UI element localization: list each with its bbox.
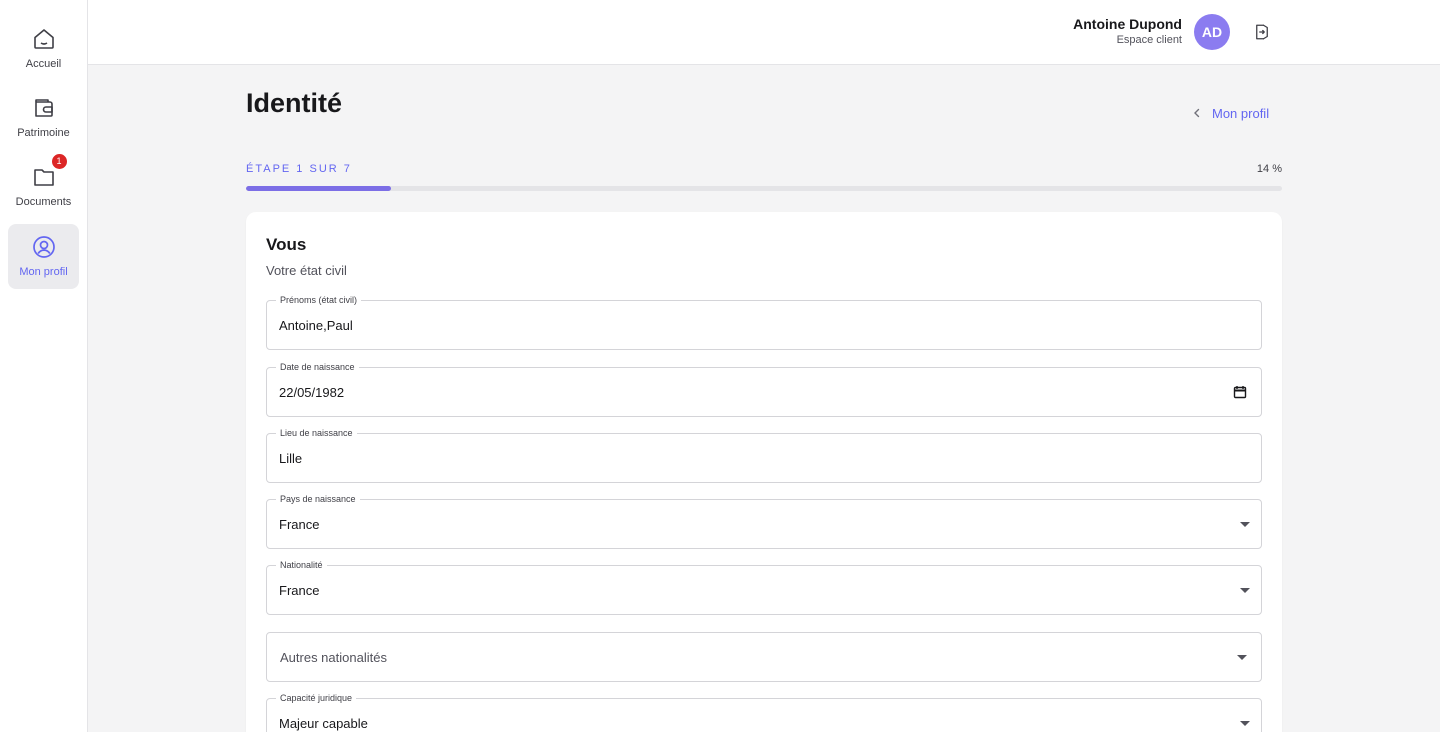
dropdown-arrow-icon [1240,721,1250,726]
sidebar: Accueil Patrimoine 1 Documents Mon profi… [0,0,88,732]
field-label: Lieu de naissance [276,428,357,439]
logout-icon [1256,24,1268,40]
step-indicator: ÉTAPE 1 SUR 7 [246,163,352,175]
sidebar-item-patrimoine[interactable]: Patrimoine [8,91,79,156]
dropdown-arrow-icon [1240,522,1250,527]
home-icon [31,26,57,52]
field-value: 22/05/1982 [279,385,345,400]
sidebar-item-label: Patrimoine [17,127,70,139]
chevron-left-icon [1194,108,1200,118]
wallet-icon [31,95,57,121]
identity-form-card: Vous Votre état civil Prénoms (état civi… [246,212,1282,732]
nationality-select[interactable]: Nationalité France [266,560,1262,615]
legal-capacity-select[interactable]: Capacité juridique Majeur capable [266,693,1262,732]
progress-percent: 14 % [1256,163,1282,175]
calendar-icon[interactable] [1233,385,1247,399]
sidebar-item-label: Accueil [25,58,62,70]
field-placeholder: Autres nationalités [280,650,387,665]
dropdown-arrow-icon [1240,588,1250,593]
other-nationalities-select[interactable]: Autres nationalités [266,632,1262,682]
birth-country-select[interactable]: Pays de naissance France [266,494,1262,549]
section-subtitle: Votre état civil [266,263,347,278]
top-header: Antoine Dupond Espace client AD [88,0,1440,65]
user-name: Antoine Dupond [1073,16,1182,32]
field-label: Prénoms (état civil) [276,295,362,306]
field-label: Pays de naissance [276,494,360,505]
field-value: Lille [279,451,303,466]
back-link-label: Mon profil [1212,105,1270,121]
birth-place-field[interactable]: Lieu de naissance Lille [266,428,1262,483]
user-circle-icon [31,234,57,260]
user-role: Espace client [1116,34,1182,46]
sidebar-item-mon-profil[interactable]: Mon profil [8,224,79,289]
section-title: Vous [266,235,307,254]
notification-badge: 1 [51,154,67,169]
sidebar-item-label: Mon profil [19,266,68,278]
field-value: Majeur capable [279,716,368,731]
field-label: Nationalité [276,560,327,571]
sidebar-item-label: Documents [15,196,72,208]
page-title: Identité [246,88,343,118]
dropdown-arrow-icon [1237,655,1247,660]
back-to-profile-link[interactable]: Mon profil [1184,102,1277,124]
birth-date-field[interactable]: Date de naissance 22/05/1982 [266,362,1262,417]
field-label: Capacité juridique [276,693,357,704]
avatar[interactable]: AD [1194,14,1230,50]
first-names-field[interactable]: Prénoms (état civil) Antoine,Paul [266,295,1262,350]
user-info: Antoine Dupond Espace client [1073,16,1182,46]
folder-icon: 1 [31,154,67,190]
field-value: Antoine,Paul [279,318,353,333]
sidebar-item-accueil[interactable]: Accueil [8,22,79,87]
field-value: France [279,517,320,532]
progress-fill [246,186,392,191]
field-value: France [279,583,320,598]
logout-button[interactable] [1252,22,1272,42]
field-label: Date de naissance [276,362,359,373]
progress-bar [246,186,1282,191]
sidebar-item-documents[interactable]: 1 Documents [8,154,79,225]
